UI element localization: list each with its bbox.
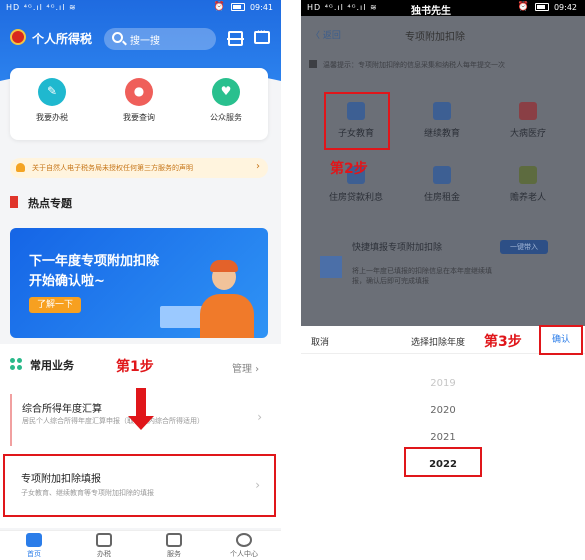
list-item-subtitle: 子女教育、继续教育等专项附加扣除的填报 bbox=[21, 489, 154, 497]
quick-action-label: 公众服务 bbox=[210, 113, 242, 122]
notice-bar[interactable]: 关于自然人电子税务局未授权任何第三方服务的声明 › bbox=[10, 158, 268, 178]
step2-annotation: 第2步 bbox=[330, 161, 368, 177]
screenshot-composite: HD ⁴ᴳ.ıl ⁴ᴳ.ıl ≋ ⏰ 09:41 个人所得税 搜一搜 ✎ 我要办… bbox=[0, 0, 585, 560]
cancel-button[interactable]: 取消 bbox=[311, 335, 329, 348]
tab-label: 首页 bbox=[27, 550, 41, 558]
medical-kit-icon bbox=[519, 102, 537, 120]
tip-text: 温馨提示：专项附加扣除的信息采集和纳税人每年提交一次 bbox=[323, 61, 505, 69]
category-label: 住房贷款利息 bbox=[328, 193, 383, 203]
search-placeholder: 搜一搜 bbox=[130, 36, 160, 47]
elderly-icon bbox=[519, 166, 537, 184]
back-button[interactable]: 〈 返回 bbox=[311, 28, 341, 41]
list-item-title: 综合所得年度汇算 bbox=[22, 404, 102, 415]
quick-action-label: 我要办税 bbox=[36, 113, 68, 122]
quick-fill-card: 快捷填报专项附加扣除 将上一年度已填报的扣除信息在本年度继续填报，确认后即可完成… bbox=[320, 234, 566, 290]
category-housing-rent[interactable]: 住房租金 bbox=[410, 166, 474, 203]
category-label: 赡养老人 bbox=[509, 193, 546, 203]
tax-emblem-icon bbox=[10, 29, 26, 45]
list-item-title: 专项附加扣除填报 bbox=[21, 474, 101, 485]
speaker-icon bbox=[309, 60, 317, 68]
status-bar: HD ⁴ᴳ.ıl ⁴ᴳ.ıl ≋ 独书先生 ⏰ 09:42 bbox=[301, 0, 585, 17]
continuing-education-icon bbox=[433, 102, 451, 120]
year-option-2019[interactable]: 2019 bbox=[301, 378, 585, 389]
person-illustration bbox=[190, 258, 260, 338]
category-elderly-support[interactable]: 赡养老人 bbox=[496, 166, 560, 203]
learn-more-button[interactable]: 了解一下 bbox=[29, 297, 81, 313]
tab-services[interactable]: 服务 bbox=[152, 533, 196, 559]
category-label: 大病医疗 bbox=[509, 129, 546, 139]
search-icon bbox=[112, 32, 123, 43]
banner-line1: 下一年度专项附加扣除 bbox=[29, 254, 160, 269]
step3-annotation: 第3步 bbox=[484, 334, 522, 350]
quick-fill-icon bbox=[320, 256, 342, 278]
signal-indicator: HD ⁴ᴳ.ıl ⁴ᴳ.ıl ≋ bbox=[6, 3, 77, 12]
battery-icon bbox=[231, 3, 245, 11]
heart-icon bbox=[166, 533, 182, 547]
quick-action-label: 我要查询 bbox=[123, 113, 155, 122]
tab-label: 服务 bbox=[167, 550, 181, 558]
chevron-right-icon: › bbox=[257, 410, 262, 424]
category-label: 住房租金 bbox=[423, 193, 460, 203]
tab-label: 办税 bbox=[97, 550, 111, 558]
home-icon bbox=[26, 533, 42, 547]
public-service-icon: ♥ bbox=[212, 78, 240, 106]
manage-link[interactable]: 管理 bbox=[232, 360, 259, 375]
house-icon bbox=[433, 166, 451, 184]
list-item-special-deduction[interactable]: 专项附加扣除填报 子女教育、继续教育等专项附加扣除的填报 › bbox=[3, 454, 276, 517]
search-box[interactable]: 搜一搜 bbox=[104, 28, 216, 50]
one-click-import-button[interactable]: 一键带入 bbox=[500, 240, 548, 254]
quick-action-public-service[interactable]: ♥ 公众服务 bbox=[196, 78, 256, 123]
grid-dots-icon bbox=[10, 358, 22, 370]
hot-topics-title: 热点专题 bbox=[28, 197, 72, 210]
quick-fill-desc: 将上一年度已填报的扣除信息在本年度继续填报，确认后即可完成填报 bbox=[352, 267, 492, 285]
chevron-right-icon: › bbox=[256, 161, 260, 172]
query-icon: ● bbox=[125, 78, 153, 106]
alarm-icon: ⏰ bbox=[213, 2, 225, 12]
quick-action-query[interactable]: ● 我要查询 bbox=[109, 78, 169, 123]
category-continuing-education[interactable]: 继续教育 bbox=[410, 102, 474, 139]
step1-annotation: 第1步 bbox=[116, 359, 154, 375]
file-tax-icon: ✎ bbox=[38, 78, 66, 106]
confirm-button[interactable]: 确认 bbox=[539, 325, 583, 355]
picker-title: 选择扣除年度 bbox=[411, 338, 466, 348]
scan-icon[interactable] bbox=[227, 31, 244, 46]
chevron-right-icon: › bbox=[255, 478, 260, 492]
app-title: 个人所得税 bbox=[32, 32, 93, 46]
bottom-tab-bar: 首页 办税 服务 个人中心 bbox=[0, 530, 281, 560]
common-services-title: 常用业务 bbox=[30, 359, 74, 372]
document-icon bbox=[96, 533, 112, 547]
highlight-box-child-education bbox=[324, 92, 390, 150]
bookmark-icon bbox=[10, 196, 18, 208]
watermark-author: 独书先生 bbox=[411, 6, 451, 17]
tip-bar: 温馨提示：专项附加扣除的信息采集和纳税人每年提交一次 bbox=[309, 58, 579, 72]
tab-file-tax[interactable]: 办税 bbox=[82, 533, 126, 559]
clock: 09:42 bbox=[553, 3, 577, 12]
tab-home[interactable]: 首页 bbox=[12, 533, 56, 559]
tab-personal-center[interactable]: 个人中心 bbox=[222, 533, 266, 559]
clock: 09:41 bbox=[249, 3, 273, 12]
left-phone-screen: HD ⁴ᴳ.ıl ⁴ᴳ.ıl ≋ ⏰ 09:41 个人所得税 搜一搜 ✎ 我要办… bbox=[0, 0, 281, 560]
quick-fill-title: 快捷填报专项附加扣除 bbox=[352, 243, 443, 253]
user-icon bbox=[236, 533, 252, 547]
bell-icon bbox=[16, 163, 25, 172]
quick-actions-card: ✎ 我要办税 ● 我要查询 ♥ 公众服务 bbox=[10, 68, 268, 140]
year-option-2020[interactable]: 2020 bbox=[301, 405, 585, 416]
nav-bar: 〈 返回 专项附加扣除 bbox=[301, 16, 585, 52]
highlight-box-2022 bbox=[404, 447, 482, 477]
promo-banner[interactable]: 下一年度专项附加扣除 开始确认啦~ 了解一下 bbox=[10, 228, 268, 338]
signal-indicator: HD ⁴ᴳ.ıl ⁴ᴳ.ıl ≋ bbox=[307, 3, 378, 12]
banner-line2: 开始确认啦~ bbox=[29, 274, 105, 289]
year-picker-sheet: 取消 选择扣除年度 2019 2020 2021 2022 bbox=[301, 326, 585, 560]
alarm-icon: ⏰ bbox=[517, 2, 529, 12]
quick-action-file-tax[interactable]: ✎ 我要办税 bbox=[22, 78, 82, 123]
battery-icon bbox=[535, 3, 549, 11]
category-serious-illness[interactable]: 大病医疗 bbox=[496, 102, 560, 139]
year-option-2021[interactable]: 2021 bbox=[301, 432, 585, 443]
category-label: 继续教育 bbox=[423, 129, 460, 139]
tab-label: 个人中心 bbox=[230, 550, 258, 558]
notice-text: 关于自然人电子税务局未授权任何第三方服务的声明 bbox=[32, 164, 193, 172]
status-bar: HD ⁴ᴳ.ıl ⁴ᴳ.ıl ≋ ⏰ 09:41 bbox=[0, 0, 281, 16]
page-title: 专项附加扣除 bbox=[405, 32, 465, 43]
message-icon[interactable] bbox=[254, 27, 270, 44]
